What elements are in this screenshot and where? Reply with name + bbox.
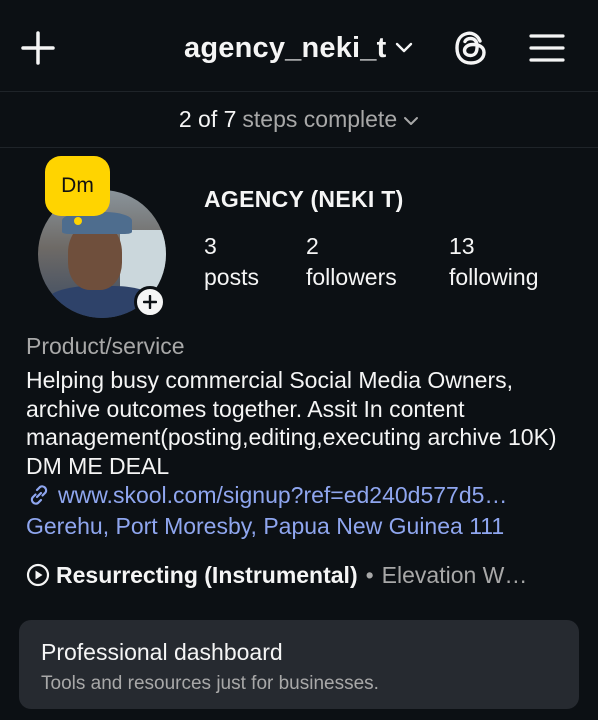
profile-category: Product/service xyxy=(26,333,185,359)
note-bubble[interactable]: Dm xyxy=(45,156,110,216)
threads-icon xyxy=(455,31,486,65)
account-switcher[interactable]: agency_neki_t xyxy=(184,28,413,68)
play-circle-icon xyxy=(26,563,50,587)
song-artist: Elevation W… xyxy=(381,561,528,588)
stat-posts[interactable]: 3 posts xyxy=(204,232,259,294)
professional-dashboard-card[interactable]: Professional dashboard Tools and resourc… xyxy=(19,620,579,709)
link-icon xyxy=(30,485,48,505)
chevron-down-icon xyxy=(404,116,419,125)
create-button[interactable] xyxy=(18,28,58,68)
top-bar: agency_neki_t xyxy=(0,0,598,92)
username: agency_neki_t xyxy=(184,31,387,64)
profile-link[interactable]: www.skool.com/signup?ref=ed240d577d5… xyxy=(26,480,586,510)
music-separator: • xyxy=(365,561,374,588)
stat-value: 2 xyxy=(306,233,319,259)
stat-label: posts xyxy=(204,264,259,290)
stat-followers[interactable]: 2 followers xyxy=(306,232,397,294)
song-title: Resurrecting (Instrumental) xyxy=(56,561,358,588)
stat-label: followers xyxy=(306,264,397,290)
dashboard-title: Professional dashboard xyxy=(41,639,283,665)
display-name: AGENCY (NEKI T) xyxy=(204,186,404,212)
steps-label: steps complete xyxy=(242,106,398,132)
hamburger-menu-icon xyxy=(529,34,565,62)
profile-screen: agency_neki_t 2 of 7 steps complete Dm A… xyxy=(0,0,598,720)
avatar-background-window xyxy=(120,230,166,290)
plus-icon xyxy=(21,31,55,65)
setup-steps-toggle[interactable]: 2 of 7 steps complete xyxy=(0,92,598,148)
link-text: www.skool.com/signup?ref=ed240d577d5… xyxy=(58,481,508,508)
profile-music[interactable]: Resurrecting (Instrumental) • Elevation … xyxy=(26,560,586,590)
profile-address[interactable]: Gerehu, Port Moresby, Papua New Guinea 1… xyxy=(26,513,504,540)
add-story-plus-icon xyxy=(143,295,157,309)
note-bubble-tail xyxy=(74,217,82,225)
stat-following[interactable]: 13 following xyxy=(449,232,539,294)
steps-progress: 2 of 7 xyxy=(178,106,237,132)
stat-label: following xyxy=(449,264,539,290)
chevron-down-icon xyxy=(395,42,412,53)
stat-value: 3 xyxy=(204,233,217,259)
note-text: Dm xyxy=(61,174,94,197)
add-story-button[interactable] xyxy=(134,286,166,318)
dashboard-subtitle: Tools and resources just for businesses. xyxy=(41,673,379,694)
threads-button[interactable] xyxy=(450,27,492,69)
stat-value: 13 xyxy=(449,233,475,259)
menu-button[interactable] xyxy=(526,28,568,68)
profile-bio: Helping busy commercial Social Media Own… xyxy=(26,367,557,479)
